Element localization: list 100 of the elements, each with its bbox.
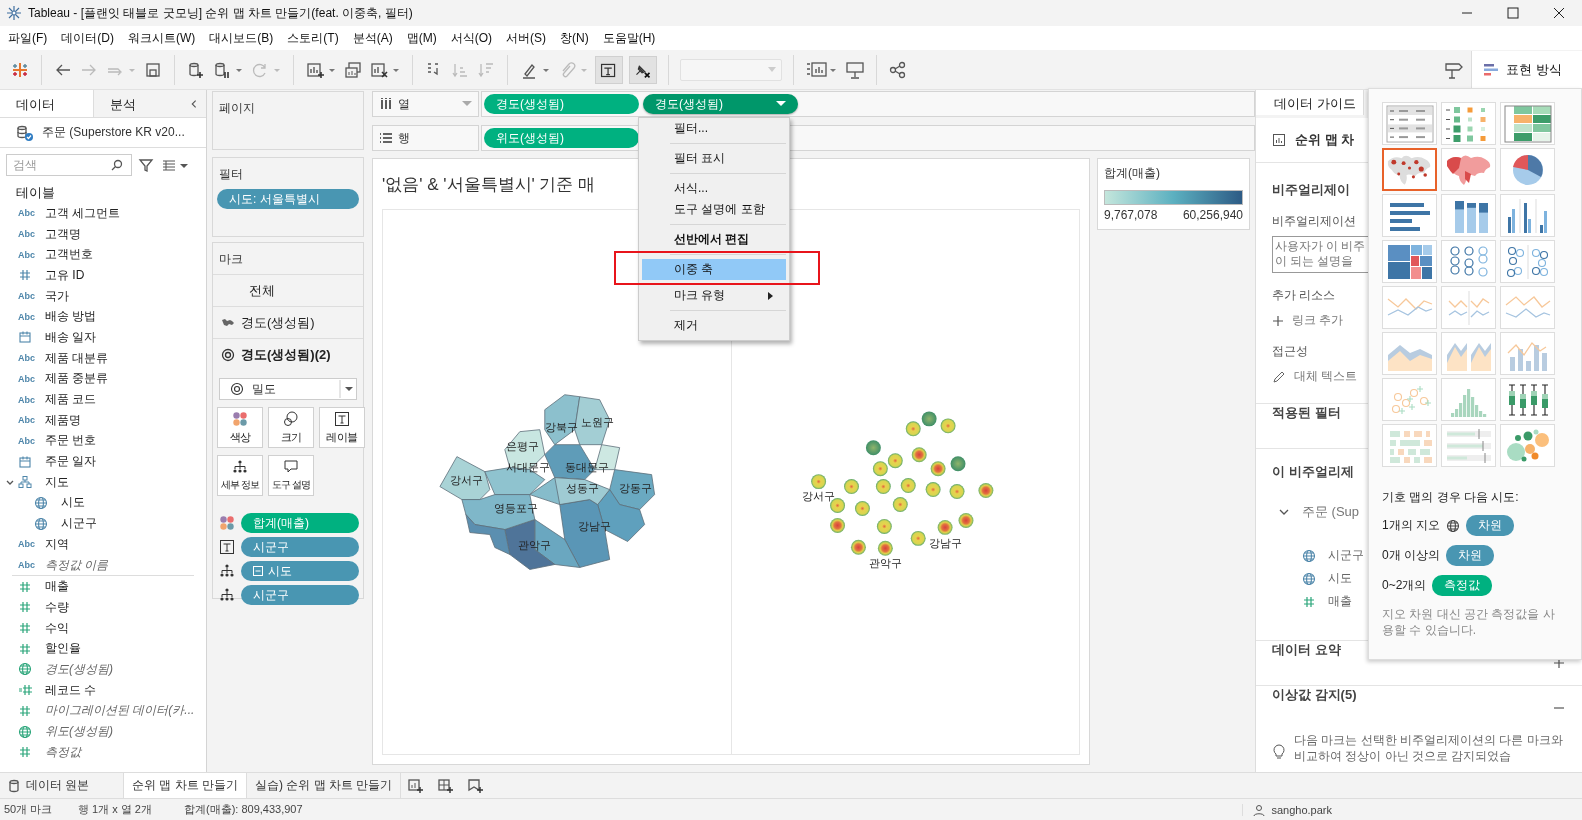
menu-item[interactable]: 창(N): [553, 29, 596, 47]
detail-icon: [219, 587, 235, 603]
sheet-tab[interactable]: 순위 맵 차트 만들기: [124, 773, 247, 798]
new-story-icon[interactable]: [467, 777, 486, 795]
menu-item[interactable]: 필터 표시: [642, 148, 786, 169]
menu-item[interactable]: 도구 설명에 포함: [642, 199, 786, 220]
placeholder-text: 사용자가 이 비주: [1275, 239, 1367, 254]
menu-item[interactable]: 서식(O): [443, 29, 499, 47]
field-name[interactable]: 매출: [45, 578, 69, 596]
legend-value: 9,767,078: [1104, 208, 1158, 222]
mark-property-button[interactable]: 레이블: [319, 407, 365, 448]
pin-remove-icon[interactable]: [629, 55, 657, 84]
field-name[interactable]: 고객번호: [45, 246, 93, 264]
field-name[interactable]: 주문 일자: [45, 453, 97, 471]
mark-property-button[interactable]: 도구 설명: [268, 455, 314, 496]
hash-icon: [18, 641, 32, 656]
data-source-name: 주문 (Sup: [1302, 503, 1360, 521]
text-box-icon[interactable]: [595, 55, 623, 84]
pane-tab[interactable]: 분석: [94, 90, 189, 117]
menu-item[interactable]: 제거: [642, 315, 786, 336]
requirement-text: 0~2개의: [1382, 577, 1427, 594]
marks-layer-tab[interactable]: 경도(생성됨): [213, 306, 363, 338]
text-icon: [334, 410, 350, 427]
district-label: 관악구: [868, 557, 902, 570]
menu-item[interactable]: 스토리(T): [280, 29, 346, 47]
user-menu[interactable]: sangho.park: [1242, 803, 1332, 816]
card-title: 페이지: [218, 100, 256, 117]
field-name[interactable]: 측정값: [45, 743, 81, 761]
data-source-name[interactable]: 주문 (Superstore KR v20...: [42, 124, 185, 141]
search-field[interactable]: 검색: [6, 153, 132, 176]
menu-item[interactable]: 맵(M): [399, 29, 444, 47]
show-me-button[interactable]: 표현 방식: [1471, 50, 1582, 90]
field-name[interactable]: 주문 번호: [45, 432, 97, 450]
marks-layer-tab[interactable]: 전체: [213, 274, 363, 306]
field-name[interactable]: 고유 ID: [45, 266, 85, 284]
placeholder-text: 이 되는 설명을: [1275, 254, 1355, 269]
mark-property-button[interactable]: 색상: [217, 407, 263, 448]
field-name[interactable]: 경도(생성됨): [45, 660, 113, 678]
submenu-arrow-icon: [768, 292, 774, 300]
mark-type-dropdown[interactable]: 밀도: [219, 378, 357, 400]
field-name[interactable]: 시도: [61, 494, 85, 512]
duplicate-sheet-icon[interactable]: [343, 59, 363, 80]
mark-property-button[interactable]: 크기: [268, 407, 314, 448]
menu-item[interactable]: 워크시트(W): [121, 29, 203, 47]
share-icon[interactable]: [888, 59, 908, 80]
database-icon: [16, 124, 34, 141]
data-type-label: Abc: [18, 249, 35, 260]
field-name[interactable]: 배송 방법: [45, 308, 97, 326]
field-name[interactable]: 마이그레이션된 데이터(카...: [45, 702, 195, 720]
alt-text-button[interactable]: 대체 텍스트: [1272, 368, 1358, 385]
data-type-label: Abc: [18, 415, 35, 426]
field-name[interactable]: 배송 일자: [45, 328, 97, 346]
field-name[interactable]: 제품 코드: [45, 391, 97, 409]
mark-type-label: 밀도: [252, 380, 277, 398]
marks-layer-tab[interactable]: 경도(생성됨)(2): [213, 338, 363, 370]
pane-tab[interactable]: 데이터 가이드: [1256, 90, 1364, 115]
pane-tab[interactable]: 데이터: [0, 90, 95, 117]
new-dashboard-icon[interactable]: [437, 777, 456, 795]
collapse-box-icon: [253, 566, 263, 576]
field-name: 시도: [1328, 570, 1352, 587]
field-name[interactable]: 고객 세그먼트: [45, 204, 121, 222]
menu-item[interactable]: 대시보드(B): [202, 29, 281, 47]
show-cards-icon[interactable]: [805, 59, 839, 80]
field-name[interactable]: 시군구: [61, 515, 97, 533]
district-label: 은평구: [506, 439, 540, 452]
district-label: 강남구: [578, 519, 612, 532]
menu-item[interactable]: 이중 축: [642, 259, 786, 280]
menu-item[interactable]: 선반에서 편집: [642, 229, 786, 250]
field-pill[interactable]: 경도(생성됨): [643, 94, 798, 114]
add-link-button[interactable]: 링크 추가: [1272, 312, 1344, 329]
field-name[interactable]: 제품명: [45, 411, 81, 429]
field-name[interactable]: 위도(생성됨): [45, 723, 113, 741]
field-name[interactable]: 고객명: [45, 225, 81, 243]
field-name[interactable]: 할인율: [45, 640, 81, 658]
card-title: 마크: [218, 251, 244, 268]
section-heading: 이상값 감지(5): [1272, 686, 1357, 704]
field-name[interactable]: 레코드 수: [45, 681, 97, 699]
new-worksheet-icon[interactable]: [407, 777, 426, 795]
field-name[interactable]: 수량: [45, 598, 69, 616]
chart-type-button[interactable]: [1382, 148, 1437, 191]
section-heading: 적용된 필터: [1272, 404, 1341, 422]
filter-icon[interactable]: [138, 156, 154, 173]
menu-item[interactable]: 서버(S): [499, 29, 553, 47]
field-name[interactable]: 수익: [45, 619, 69, 637]
presentation-icon[interactable]: [845, 59, 865, 80]
field-name[interactable]: 제품 대분류: [45, 349, 109, 367]
field-name[interactable]: 국가: [45, 287, 69, 305]
menu-item[interactable]: 파일(F): [1, 29, 55, 47]
menu-item[interactable]: 서식...: [642, 178, 786, 199]
menu-item[interactable]: 데이터(D): [54, 29, 121, 47]
mark-property-button[interactable]: 세부 정보: [217, 455, 263, 496]
window-title: Tableau - [플랜잇 태블로 굿모닝] 순위 맵 차트 만들기(feat. 이중축, 필터): [28, 4, 413, 22]
menu-item[interactable]: 마크 유형: [642, 285, 786, 306]
menu-item[interactable]: 필터...: [642, 118, 786, 139]
field-name[interactable]: 지도: [45, 473, 69, 491]
field-name[interactable]: 지역: [45, 535, 69, 553]
field-name[interactable]: 측정값 이름: [45, 556, 109, 574]
field-name[interactable]: 제품 중분류: [45, 370, 109, 388]
menu-item[interactable]: 도움말(H): [595, 29, 663, 47]
menu-item[interactable]: 분석(A): [345, 29, 400, 47]
